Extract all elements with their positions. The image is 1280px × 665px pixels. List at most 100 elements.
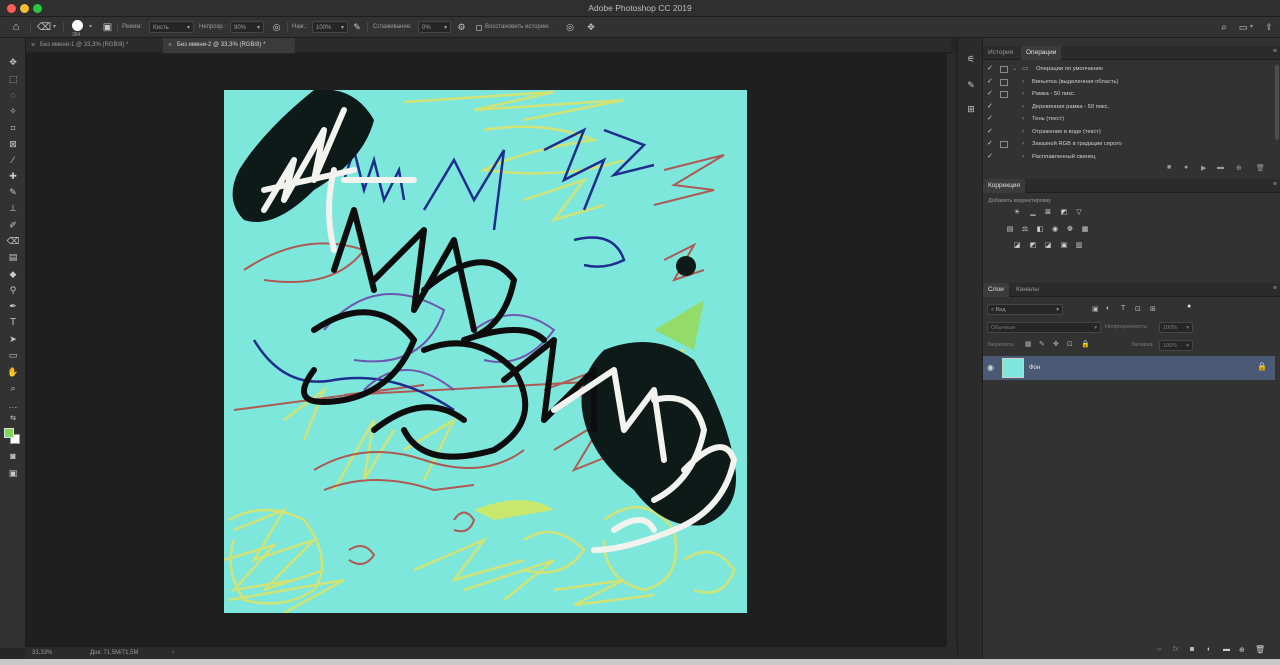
stamp-tool-icon[interactable]: ⊥ bbox=[5, 201, 21, 215]
threshold-icon[interactable]: ◪ bbox=[1043, 241, 1053, 251]
list-item[interactable]: ✓ › Деревянная рамка - 50 пикс. bbox=[983, 101, 1273, 114]
history-brush-tool-icon[interactable]: ✐ bbox=[5, 218, 21, 232]
chevron-down-icon[interactable]: ▾ bbox=[53, 21, 56, 34]
dialog-toggle-icon[interactable] bbox=[1000, 66, 1008, 73]
layer-row[interactable]: ◉ Фон 🔒 bbox=[983, 356, 1275, 380]
screen-mode-icon[interactable]: ▣ bbox=[5, 466, 21, 480]
dialog-toggle-icon[interactable] bbox=[1000, 141, 1008, 148]
tab-document-1[interactable]: × Без имени-1 @ 33,3% (RGB/8) * bbox=[26, 38, 161, 53]
zoom-tool-icon[interactable]: ⌕ bbox=[5, 381, 21, 395]
add-mask-icon[interactable]: ◙ bbox=[1190, 646, 1194, 653]
lock-all-icon[interactable]: 🔒 bbox=[1081, 340, 1090, 348]
list-item[interactable]: ✓ › Рамка - 50 пикс. bbox=[983, 88, 1273, 101]
exposure-icon[interactable]: ◩ bbox=[1059, 208, 1069, 218]
history-checkbox[interactable] bbox=[476, 25, 482, 31]
checkmark-icon[interactable]: ✓ bbox=[987, 63, 993, 76]
properties-icon[interactable]: ⚟ bbox=[964, 52, 978, 66]
dodge-tool-icon[interactable]: ⚲ bbox=[5, 283, 21, 297]
new-action-icon[interactable]: ⊕ bbox=[1236, 164, 1242, 172]
list-item[interactable]: ✓ › Отражение в воде (текст) bbox=[983, 126, 1273, 139]
pressure-opacity-icon[interactable]: ◎ bbox=[270, 20, 283, 35]
dialog-toggle-icon[interactable] bbox=[1000, 78, 1008, 86]
list-item[interactable]: ✓ ⌄ ▭ Операции по умолчанию bbox=[983, 63, 1273, 76]
hand-tool-icon[interactable]: ✋ bbox=[5, 365, 21, 379]
tab-layers[interactable]: Слои bbox=[983, 283, 1009, 297]
dialog-toggle-icon[interactable] bbox=[1000, 91, 1008, 98]
new-layer-icon[interactable]: ⊕ bbox=[1239, 646, 1245, 654]
blend-mode-select[interactable]: Обычные ▾ bbox=[987, 322, 1101, 333]
layer-filter-select[interactable]: ⌕ Вид ▾ bbox=[987, 304, 1063, 315]
swap-colors-icon[interactable]: ⇆ bbox=[5, 412, 21, 426]
gear-icon[interactable]: ⚙ bbox=[455, 20, 468, 35]
posterize-icon[interactable]: ◩ bbox=[1028, 241, 1038, 251]
checkmark-icon[interactable]: ✓ bbox=[987, 88, 993, 101]
filter-shape-icon[interactable]: ⊡ bbox=[1135, 305, 1141, 313]
lock-artboard-icon[interactable]: ⊡ bbox=[1067, 340, 1073, 348]
frame-tool-icon[interactable]: ⊠ bbox=[5, 137, 21, 151]
libraries-icon[interactable]: ⊞ bbox=[964, 102, 978, 116]
list-item[interactable]: ✓ › Заказной RGB в градации серого bbox=[983, 138, 1273, 151]
checkmark-icon[interactable]: ✓ bbox=[987, 126, 993, 139]
hue-saturation-icon[interactable]: ▤ bbox=[1005, 225, 1015, 235]
levels-icon[interactable]: ▁ bbox=[1028, 208, 1038, 218]
move-tool-icon[interactable]: ✥ bbox=[5, 55, 21, 69]
marquee-tool-icon[interactable]: ⬚ bbox=[5, 72, 21, 86]
new-adjustment-layer-icon[interactable]: ◐ bbox=[1207, 646, 1211, 653]
new-group-icon[interactable]: ▬ bbox=[1223, 646, 1230, 653]
close-icon[interactable]: × bbox=[31, 38, 35, 53]
filter-pixel-icon[interactable]: ▣ bbox=[1092, 305, 1099, 313]
filter-type-icon[interactable]: T bbox=[1121, 305, 1125, 312]
chevron-right-icon[interactable]: › bbox=[172, 647, 174, 659]
smoothing-input[interactable]: 0% ▾ bbox=[418, 21, 451, 33]
workspace-icon[interactable]: ▭ bbox=[1236, 20, 1250, 35]
airbrush-icon[interactable]: ✎ bbox=[350, 20, 364, 35]
type-tool-icon[interactable]: T bbox=[5, 316, 21, 330]
tab-history[interactable]: История bbox=[983, 46, 1018, 60]
panel-menu-icon[interactable]: ≡ bbox=[1273, 48, 1277, 55]
pressure-size-icon[interactable]: ◎ bbox=[563, 20, 577, 35]
document-canvas[interactable] bbox=[224, 90, 747, 613]
layer-opacity-input[interactable]: 100% ▾ bbox=[1159, 322, 1193, 333]
chevron-right-icon[interactable]: › bbox=[1022, 138, 1024, 151]
panel-menu-icon[interactable]: ≡ bbox=[1273, 285, 1277, 292]
search-icon[interactable]: ⌕ bbox=[1217, 20, 1231, 35]
quick-select-tool-icon[interactable]: ✧ bbox=[5, 104, 21, 118]
symmetry-icon[interactable]: ✥ bbox=[584, 20, 598, 35]
opacity-input[interactable]: 90% ▾ bbox=[230, 21, 264, 33]
lock-pixels-icon[interactable]: ✎ bbox=[1039, 340, 1045, 348]
path-select-tool-icon[interactable]: ➤ bbox=[5, 332, 21, 346]
eraser-tool-preset-icon[interactable]: ⌫ bbox=[36, 20, 52, 35]
layer-fill-input[interactable]: 100% ▾ bbox=[1159, 340, 1193, 351]
selective-color-icon[interactable]: ▥ bbox=[1074, 241, 1084, 251]
color-lookup-icon[interactable]: ▦ bbox=[1080, 225, 1090, 235]
vibrance-icon[interactable]: ▽ bbox=[1074, 208, 1084, 218]
panel-menu-icon[interactable]: ≡ bbox=[1273, 181, 1277, 188]
share-icon[interactable]: ⇪ bbox=[1262, 20, 1276, 35]
workspace-scrollbar[interactable] bbox=[947, 54, 956, 647]
checkmark-icon[interactable]: ✓ bbox=[987, 101, 993, 114]
brush-settings-icon[interactable]: ✎ bbox=[964, 78, 978, 92]
gradient-map-icon[interactable]: ▣ bbox=[1059, 241, 1069, 251]
home-icon[interactable]: ⌂ bbox=[8, 20, 24, 35]
layer-style-icon[interactable]: fx bbox=[1173, 646, 1178, 653]
stop-icon[interactable]: ■ bbox=[1167, 164, 1171, 171]
list-item[interactable]: ✓ › Расплавленный свинец bbox=[983, 151, 1273, 164]
gradient-tool-icon[interactable]: ▤ bbox=[5, 250, 21, 264]
lock-position-icon[interactable]: ✥ bbox=[1053, 340, 1059, 348]
trash-icon[interactable]: 🗑 bbox=[1256, 164, 1265, 172]
chevron-right-icon[interactable]: › bbox=[1022, 113, 1024, 126]
chevron-right-icon[interactable]: › bbox=[1022, 151, 1024, 164]
blur-tool-icon[interactable]: ◆ bbox=[5, 267, 21, 281]
list-item[interactable]: ✓ › Виньетка (выделенная область) bbox=[983, 76, 1273, 89]
channel-mixer-icon[interactable]: ❁ bbox=[1065, 225, 1075, 235]
eyedropper-tool-icon[interactable]: ⁄ bbox=[5, 153, 21, 167]
close-icon[interactable]: × bbox=[168, 38, 172, 53]
chevron-right-icon[interactable]: › bbox=[1022, 126, 1024, 139]
checkmark-icon[interactable]: ✓ bbox=[987, 113, 993, 126]
tab-adjustments[interactable]: Коррекция bbox=[983, 179, 1025, 193]
more-tools-icon[interactable]: … bbox=[5, 398, 21, 412]
chevron-down-icon[interactable]: ▾ bbox=[89, 21, 92, 34]
tab-channels[interactable]: Каналы bbox=[1011, 283, 1044, 297]
checkmark-icon[interactable]: ✓ bbox=[987, 138, 993, 151]
chevron-right-icon[interactable]: › bbox=[1022, 88, 1024, 101]
